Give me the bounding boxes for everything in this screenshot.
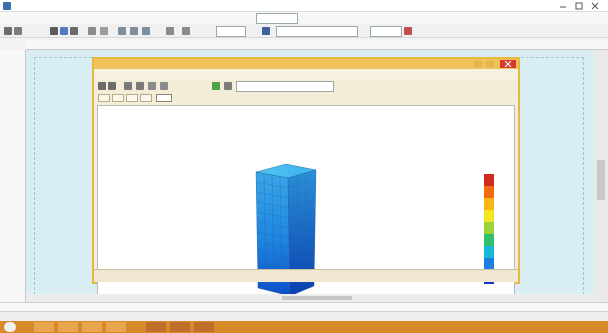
tab[interactable] [126,94,138,102]
zoom-out-icon[interactable] [160,82,168,90]
zoom-out-icon[interactable] [130,27,138,35]
open-file-icon[interactable] [108,82,116,90]
layer-combo[interactable] [276,26,358,37]
select-icon[interactable] [88,27,96,35]
output-view-combo[interactable] [236,81,334,92]
output-window[interactable] [92,57,520,301]
stage-icon[interactable] [404,27,412,35]
main-toolbar [0,24,608,38]
menu-bar [0,12,608,24]
tool-icon[interactable] [70,27,78,35]
zoom-in-icon[interactable] [118,27,126,35]
horizontal-ruler [26,40,608,50]
window-controls [556,1,606,11]
chart-icon[interactable] [212,82,220,90]
mode-selector[interactable] [256,13,298,24]
taskbar-app-button[interactable] [194,322,214,332]
vertical-scroll-thumb[interactable] [597,160,605,200]
pan-icon[interactable] [100,27,108,35]
command-line[interactable] [0,302,608,311]
output-window-titlebar[interactable] [94,59,518,69]
tab[interactable] [140,94,152,102]
save-icon[interactable] [50,27,58,35]
open-file-icon[interactable] [14,27,22,35]
taskbar-app-button[interactable] [58,322,78,332]
measure-icon[interactable] [166,27,174,35]
taskbar-app-button[interactable] [34,322,54,332]
new-file-icon[interactable] [98,82,106,90]
window-titlebar [0,0,608,12]
app-icon[interactable] [3,2,11,10]
output-status-bar [94,269,518,282]
tab-active[interactable] [156,94,172,102]
output-minimize-icon[interactable] [474,61,482,67]
taskbar-app-button[interactable] [106,322,126,332]
taskbar-app-button[interactable] [146,322,166,332]
new-file-icon[interactable] [4,27,12,35]
table-icon[interactable] [182,27,190,35]
stage-combo[interactable] [370,26,402,37]
color-legend [484,174,494,284]
minimize-icon[interactable] [556,1,570,11]
os-taskbar [0,321,608,333]
output-toolbar [94,79,518,93]
tab[interactable] [98,94,110,102]
tab[interactable] [112,94,124,102]
close-icon[interactable] [588,1,602,11]
taskbar-app-button[interactable] [82,322,102,332]
taskbar-app-button[interactable] [170,322,190,332]
maximize-icon[interactable] [572,1,586,11]
start-icon[interactable] [4,322,16,332]
output-menu-bar [94,69,518,79]
output-tab-strip [94,93,518,103]
status-bar [0,311,608,321]
horizontal-scroll-thumb[interactable] [282,296,352,300]
table-icon[interactable] [224,82,232,90]
layer-icon[interactable] [262,27,270,35]
print-icon[interactable] [136,82,144,90]
output-maximize-icon[interactable] [486,61,494,67]
zoom-in-icon[interactable] [148,82,156,90]
zoom-window-icon[interactable] [142,27,150,35]
print-icon[interactable] [60,27,68,35]
output-close-icon[interactable] [500,60,516,68]
zoom-combo[interactable] [216,26,246,37]
save-icon[interactable] [124,82,132,90]
vertical-ruler [0,50,26,302]
system-tray[interactable] [500,323,550,331]
